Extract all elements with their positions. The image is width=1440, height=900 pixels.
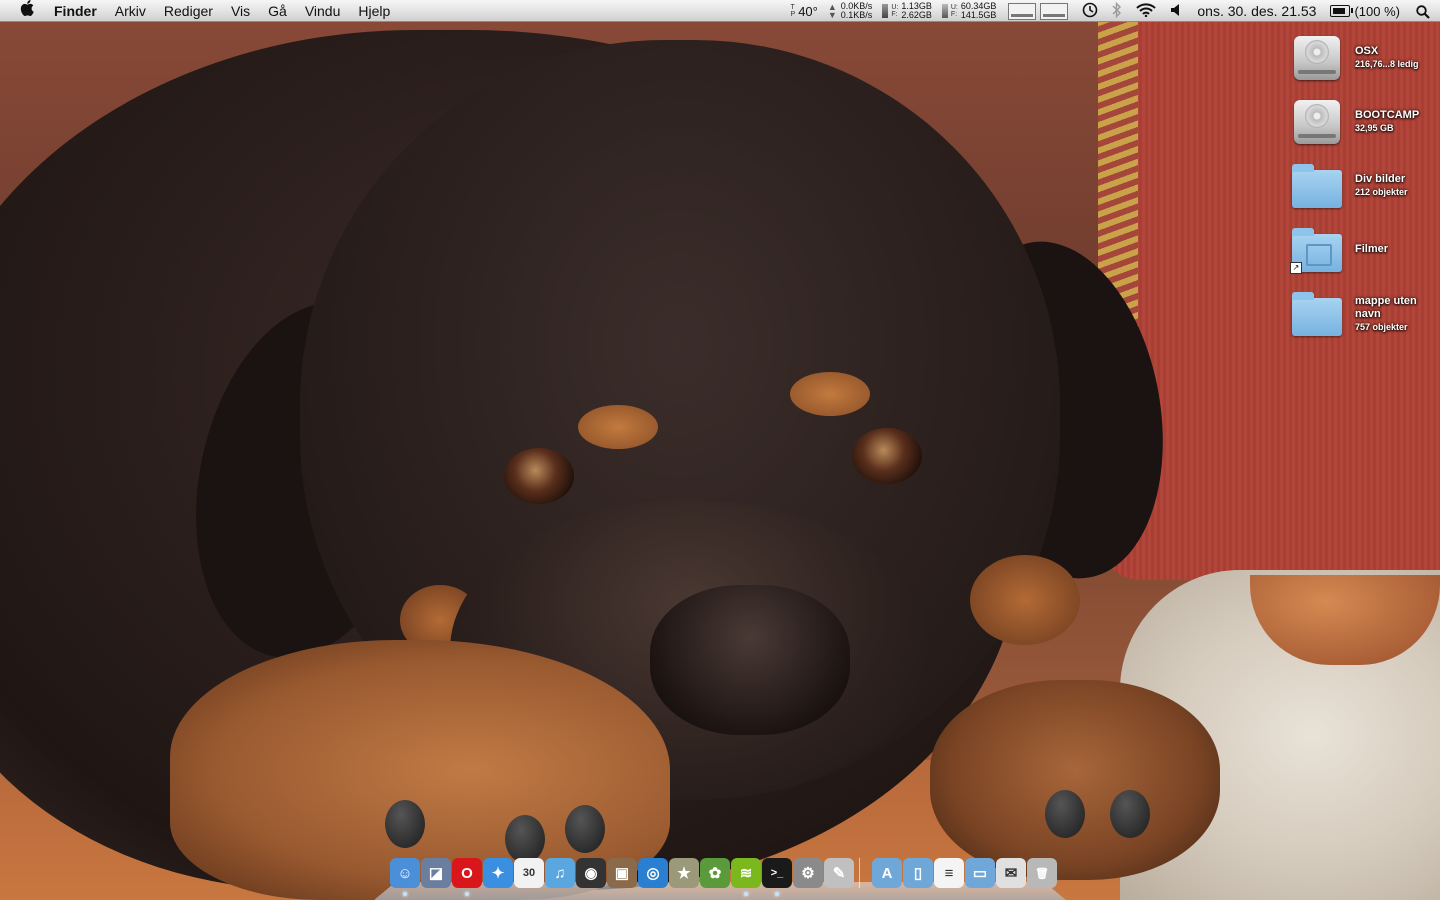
dock-camera-icon[interactable]: ◉	[576, 858, 606, 888]
cpu-graph-icon	[1008, 2, 1037, 20]
dock-adium-icon[interactable]: ✿	[700, 858, 730, 888]
dock-folder-stack-icon[interactable]: ▭	[965, 858, 995, 888]
memory-menu[interactable]: U: F: 1.13GB 2.62GB	[877, 2, 937, 20]
dock-photo-booth-icon[interactable]: ✎	[824, 858, 854, 888]
menu-app-finder[interactable]: Finder	[54, 3, 106, 19]
dock-opera-icon[interactable]: O	[452, 858, 482, 896]
dock-mail-stack-icon[interactable]: ✉	[996, 858, 1026, 888]
wallpaper-dog-eye-right	[852, 428, 922, 484]
desktop-icon-label: OSX	[1355, 45, 1379, 57]
memory-labels: U: F:	[891, 4, 899, 18]
desktop-wallpaper	[0, 0, 1440, 900]
dock-iphoto-icon[interactable]: ▣	[607, 858, 637, 888]
alias-arrow-icon: ↗	[1290, 262, 1302, 274]
dock-preview-icon[interactable]: ◪	[421, 858, 451, 888]
memory-chip-icon	[882, 4, 889, 18]
dock-safari-icon[interactable]: ✦	[483, 858, 513, 888]
network-down: 0.1KB/s	[840, 10, 873, 20]
desktop-icon-label: mappe uten navn	[1355, 295, 1417, 320]
desktop-icon-info: 216,76...8 ledig	[1355, 59, 1419, 69]
disk-labels: U: F:	[950, 4, 958, 18]
dock-spotify-icon[interactable]: ≋	[731, 858, 761, 896]
running-indicator	[775, 892, 779, 896]
time-machine-icon[interactable]	[1075, 2, 1105, 21]
disk-free: 141.5GB	[960, 10, 997, 20]
movies-folder-icon: ↗	[1290, 222, 1346, 278]
menu-extras: TP 40° ▲ ▼ 0.0KB/s 0.1KB/s U: F: 1.13GB 2.…	[786, 0, 1440, 22]
network-graph-icon	[1040, 2, 1069, 20]
dock-ical-icon[interactable]: 30	[514, 858, 544, 888]
desktop-icon-filmer[interactable]: ↗ Filmer	[0, 222, 1388, 278]
menu-arkiv[interactable]: Arkiv	[106, 3, 155, 19]
activity-graphs[interactable]	[1001, 2, 1075, 20]
disk-values: 60.34GB 141.5GB	[961, 2, 997, 20]
wallpaper-dog-cheek-right	[970, 555, 1080, 645]
memory-values: 1.13GB 2.62GB	[901, 2, 932, 20]
desktop-icon-label: Div bilder	[1355, 173, 1406, 185]
folder-icon	[1290, 158, 1346, 214]
menu-rediger[interactable]: Rediger	[155, 3, 222, 19]
dock-separator	[859, 858, 868, 888]
memory-free: 2.62GB	[901, 10, 932, 20]
dock-text-document-icon[interactable]: ≡	[934, 858, 964, 888]
dock-items: ☺ ◪ O ✦ 30 ♫ ◉ ▣ ◎ ★ ✿ ≋ >_ ⚙ ✎ A ▯ ≡ ▭ ✉ 🗑	[390, 858, 1058, 896]
battery-menu[interactable]: (100 %)	[1324, 4, 1406, 19]
menu-hjelp[interactable]: Hjelp	[349, 3, 399, 19]
dock-terminal-icon[interactable]: >_	[762, 858, 792, 896]
menu-bar: Finder Arkiv Rediger Vis Gå Vindu Hjelp …	[0, 0, 1440, 22]
dock-imovie-star-icon[interactable]: ★	[669, 858, 699, 888]
temperature-label: TP	[790, 4, 796, 18]
menu-vindu[interactable]: Vindu	[296, 3, 350, 19]
wifi-icon[interactable]	[1129, 2, 1163, 20]
hard-drive-icon	[1290, 94, 1346, 150]
desktop-icon-mappe-uten-navn[interactable]: mappe uten navn 757 objekter	[0, 286, 1417, 342]
wallpaper-dog-claw	[565, 805, 605, 853]
spotlight-search-icon[interactable]	[1406, 3, 1440, 19]
bluetooth-icon[interactable]	[1105, 1, 1129, 21]
wallpaper-dog-brow-right	[790, 372, 870, 416]
wallpaper-dog-brow-left	[578, 405, 658, 449]
desktop-icon-label: Filmer	[1355, 243, 1389, 255]
temperature-menu[interactable]: TP 40°	[786, 4, 823, 19]
battery-percent: (100 %)	[1354, 3, 1400, 19]
folder-icon	[1290, 286, 1346, 342]
wallpaper-dog-paw-right	[930, 680, 1220, 880]
dock-finder-icon[interactable]: ☺	[390, 858, 420, 896]
network-arrows-icon: ▲ ▼	[827, 2, 837, 20]
desktop-icon-div-bilder[interactable]: Div bilder 212 objekter	[0, 158, 1408, 214]
dock: ☺ ◪ O ✦ 30 ♫ ◉ ▣ ◎ ★ ✿ ≋ >_ ⚙ ✎ A ▯ ≡ ▭ ✉ 🗑	[374, 856, 1066, 900]
disk-icon	[941, 4, 948, 18]
temperature-value: 40°	[798, 3, 818, 19]
wallpaper-dog-claw	[1110, 790, 1150, 838]
running-indicator	[403, 892, 407, 896]
wallpaper-dog-claw	[1045, 790, 1085, 838]
running-indicator	[465, 892, 469, 896]
desktop-icon-info: 757 objekter	[1355, 322, 1408, 332]
hard-drive-icon	[1290, 30, 1346, 86]
dock-system-preferences-icon[interactable]: ⚙	[793, 858, 823, 888]
wallpaper-dog-eye-left	[504, 448, 574, 504]
dock-applications-stack-icon[interactable]: A	[872, 858, 902, 888]
desktop-icon-info: 212 objekter	[1355, 187, 1408, 197]
battery-icon	[1330, 5, 1354, 17]
menu-clock[interactable]: ons. 30. des. 21.53	[1189, 3, 1324, 19]
desktop-icon-info: 32,95 GB	[1355, 123, 1394, 133]
volume-icon[interactable]	[1163, 3, 1189, 20]
wallpaper-dog-nose	[650, 585, 850, 735]
menu-vis[interactable]: Vis	[222, 3, 259, 19]
dock-trash-icon[interactable]: 🗑	[1027, 858, 1057, 888]
apple-menu-icon[interactable]	[0, 0, 54, 21]
desktop-icon-osx[interactable]: OSX 216,76...8 ledig	[0, 30, 1419, 86]
desktop-icon-label: BOOTCAMP	[1355, 109, 1420, 121]
disk-menu[interactable]: U: F: 60.34GB 141.5GB	[937, 2, 1002, 20]
wallpaper-dog-claw	[385, 800, 425, 848]
dock-documents-stack-icon[interactable]: ▯	[903, 858, 933, 888]
menu-ga[interactable]: Gå	[259, 3, 296, 19]
desktop-icon-bootcamp[interactable]: BOOTCAMP 32,95 GB	[0, 94, 1419, 150]
running-indicator	[744, 892, 748, 896]
dock-itunes-icon[interactable]: ♫	[545, 858, 575, 888]
network-menu[interactable]: ▲ ▼ 0.0KB/s 0.1KB/s	[823, 2, 877, 20]
network-rates: 0.0KB/s 0.1KB/s	[841, 2, 873, 20]
dock-dvd-player-icon[interactable]: ◎	[638, 858, 668, 888]
